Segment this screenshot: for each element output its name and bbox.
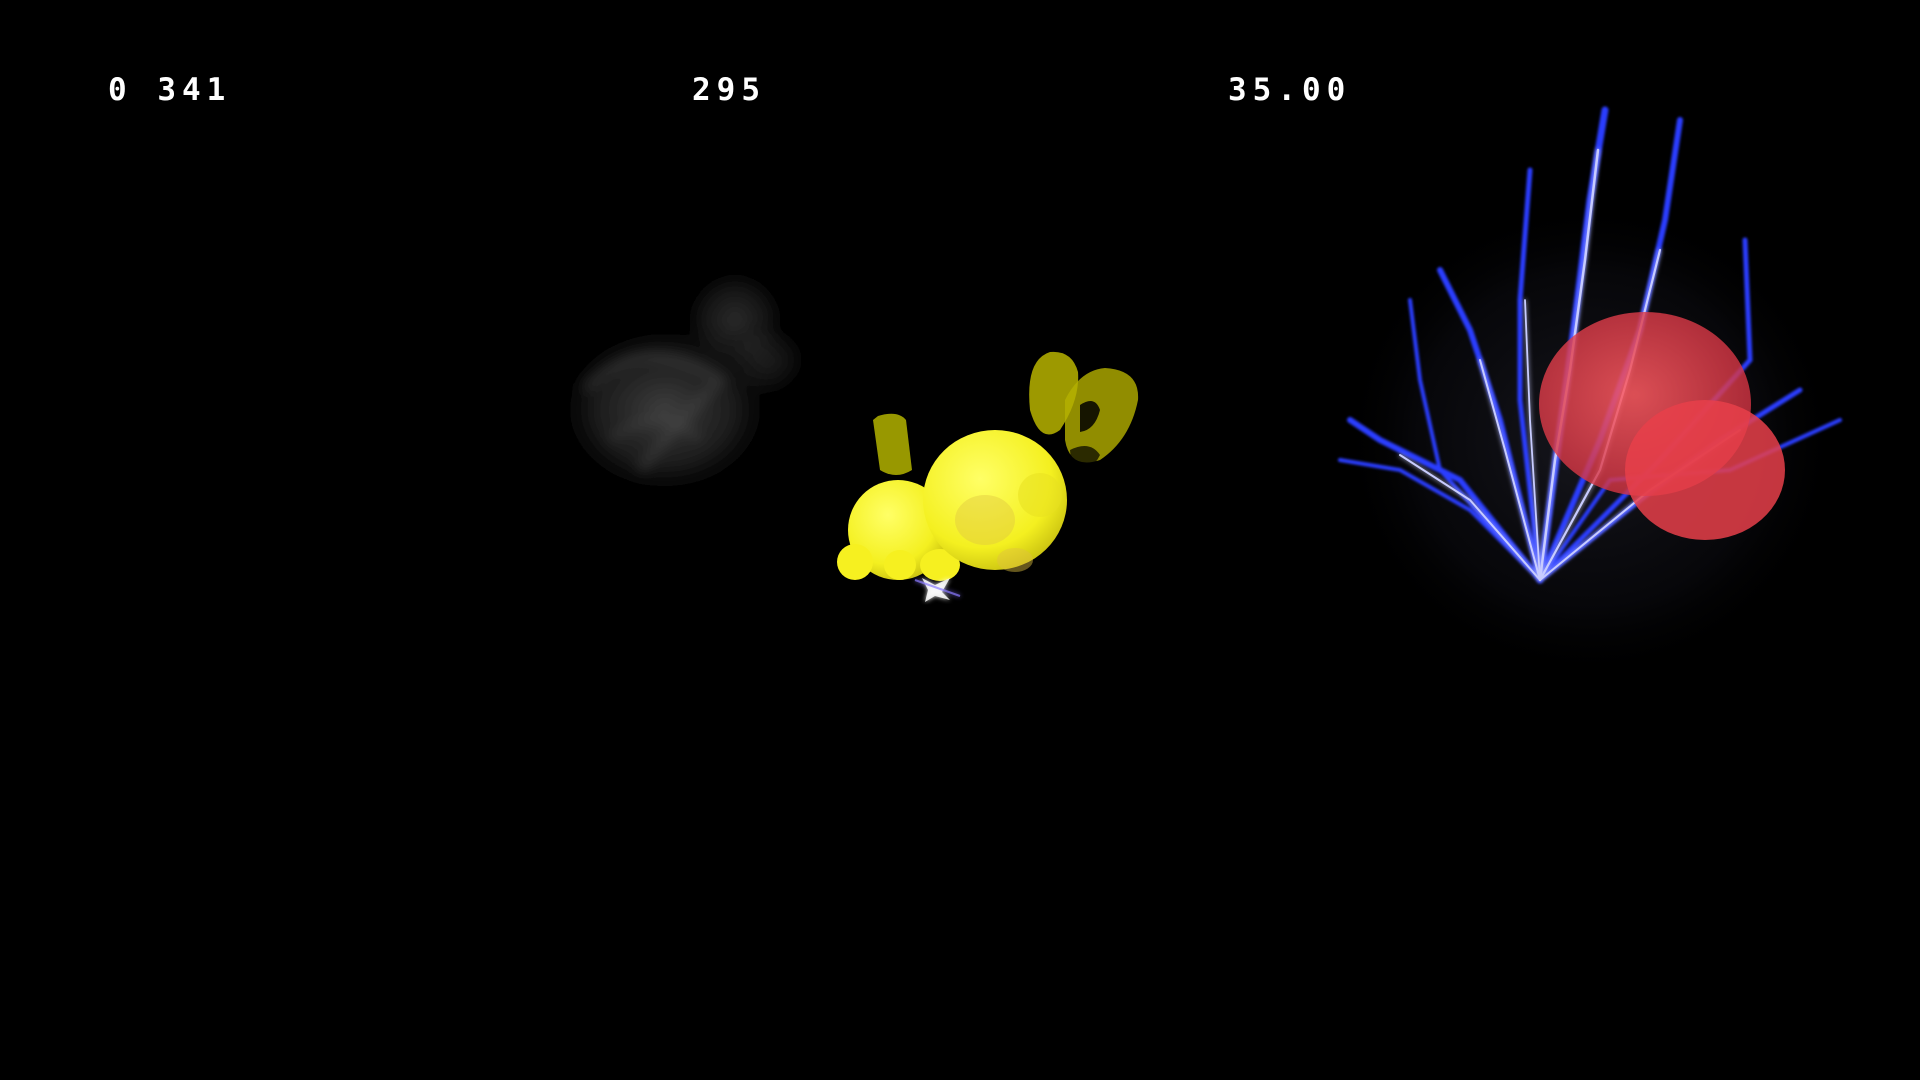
smoke-cloud: [550, 265, 810, 502]
hud-score-readout: 0 341: [108, 72, 232, 108]
scene-canvas: [550, 106, 1842, 680]
player-rabbit: [837, 351, 1139, 602]
sparkle-effect: [914, 578, 961, 602]
hud-timer-readout: 35.00: [1228, 72, 1352, 108]
game-viewport[interactable]: 0 341 295 35.00: [0, 0, 1920, 1080]
hud-center-counter: 295: [692, 72, 766, 108]
